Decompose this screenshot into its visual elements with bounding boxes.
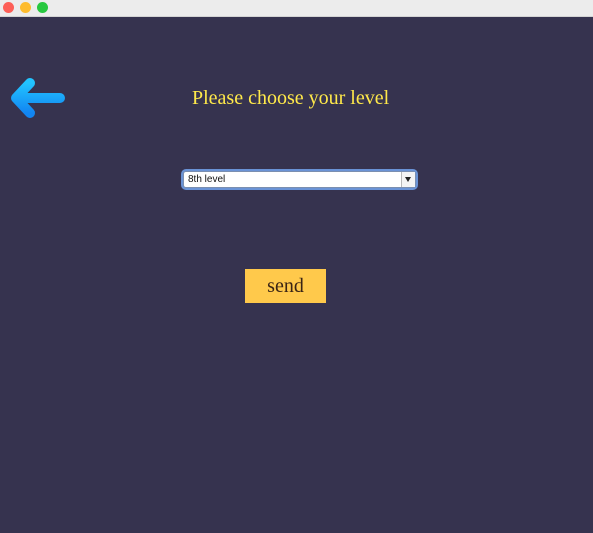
send-button[interactable]: send	[245, 269, 326, 303]
back-button[interactable]	[8, 75, 68, 121]
level-select[interactable]: 8th level	[183, 171, 416, 188]
zoom-window-button[interactable]	[37, 2, 48, 13]
select-dropdown-toggle[interactable]	[401, 172, 415, 187]
minimize-window-button[interactable]	[20, 2, 31, 13]
chevron-down-icon	[405, 177, 411, 182]
close-window-button[interactable]	[3, 2, 14, 13]
arrow-left-icon	[11, 78, 65, 118]
level-select-value: 8th level	[188, 174, 226, 185]
app-window: Please choose your level 8th level send	[0, 0, 593, 533]
page-title-text: Please choose your level	[192, 87, 390, 109]
window-titlebar	[0, 0, 593, 17]
